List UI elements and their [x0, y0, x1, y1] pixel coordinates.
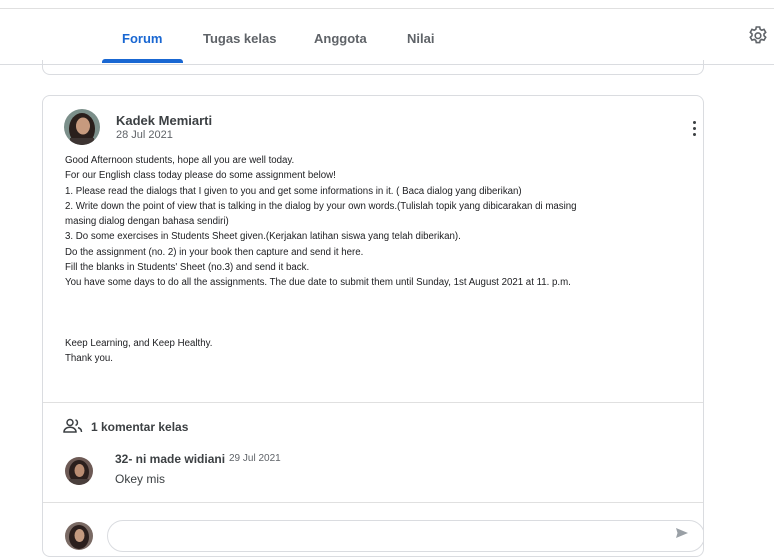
post-body: Good Afternoon students, hope all you ar…	[65, 153, 695, 366]
send-icon[interactable]	[675, 526, 689, 538]
tab-nilai[interactable]: Nilai	[407, 31, 434, 46]
commenter-avatar[interactable]	[65, 457, 93, 485]
tab-anggota[interactable]: Anggota	[314, 31, 367, 46]
post-line: For our English class today please do so…	[65, 170, 336, 182]
post-spacer	[65, 321, 695, 336]
people-icon	[63, 418, 83, 434]
post-line: Do the assignment (no. 2) in your book t…	[65, 246, 364, 258]
post-line: 3. Do some exercises in Students Sheet g…	[65, 231, 461, 243]
post-line: Good Afternoon students, hope all you ar…	[65, 155, 295, 166]
post-spacer	[65, 291, 695, 306]
tab-forum[interactable]: Forum	[122, 31, 162, 46]
post-date: 28 Jul 2021	[116, 129, 173, 141]
tab-tugas-kelas[interactable]: Tugas kelas	[203, 31, 276, 46]
post-spacer	[65, 306, 695, 321]
post-line: Thank you.	[65, 352, 113, 364]
reply-divider	[43, 502, 703, 503]
previous-post-card	[42, 60, 704, 75]
post-card: Kadek Memiarti 28 Jul 2021 Good Afternoo…	[42, 95, 704, 557]
post-line: 1. Please read the dialogs that I given …	[65, 185, 522, 197]
author-avatar[interactable]	[64, 109, 100, 145]
post-author[interactable]: Kadek Memiarti	[116, 113, 212, 128]
comment-text: Okey mis	[115, 472, 166, 486]
comment-author[interactable]: 32- ni made widiani	[115, 452, 225, 466]
post-line: 2. Write down the point of view that is …	[65, 200, 577, 212]
gear-icon[interactable]	[746, 24, 770, 48]
current-user-avatar	[65, 522, 93, 550]
comment-date: 29 Jul 2021	[229, 453, 281, 464]
more-options-icon[interactable]	[689, 121, 699, 139]
post-line: You have some days to do all the assignm…	[65, 277, 571, 289]
comments-count: 1 komentar kelas	[91, 420, 189, 434]
post-line: Keep Learning, and Keep Healthy.	[65, 337, 213, 349]
comments-divider	[43, 402, 703, 403]
add-comment-input[interactable]	[107, 520, 703, 552]
top-rule	[0, 8, 774, 9]
post-line: masing dialog dengan bahasa sendiri)	[65, 216, 229, 228]
post-line: Fill the blanks in Students' Sheet (no.3…	[65, 262, 310, 274]
